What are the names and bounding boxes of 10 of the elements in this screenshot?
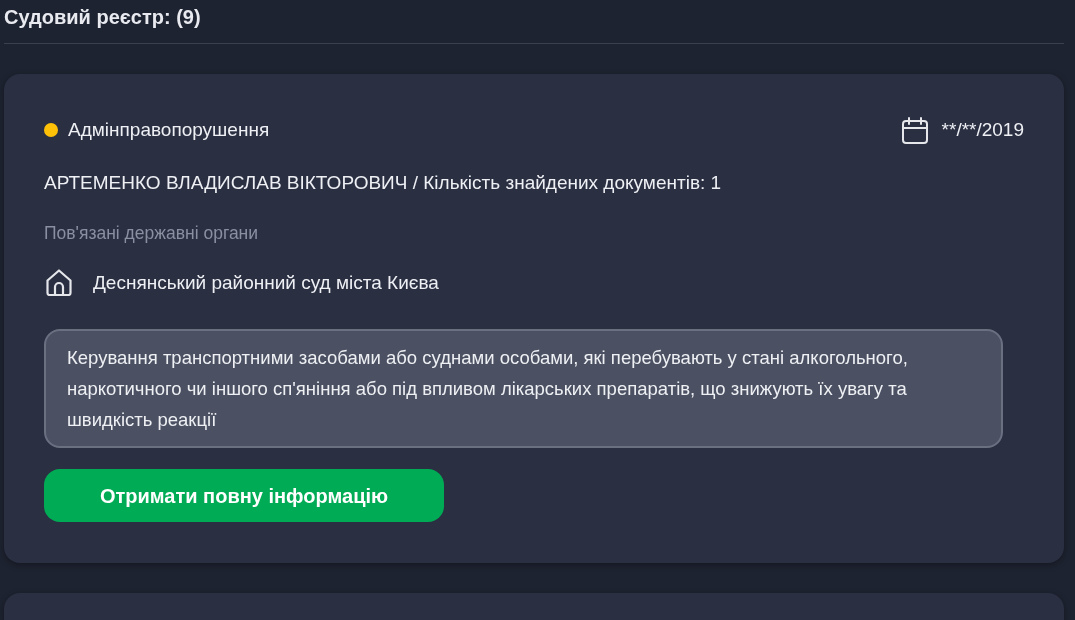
house-icon [46, 269, 72, 296]
case-category: Адмінправопорушення [68, 118, 270, 142]
full-info-button[interactable]: Отримати повну інформацію [44, 469, 444, 522]
case-description: Керування транспортними засобами або суднами особами, які перебувають у стані алкогольного, наркотичного чи іншого сп'яніння або під впливом лікарських препаратів, що знижують їх увагу та швидкість реакції [44, 329, 1003, 448]
page-title: Судовий реєстр: (9) [4, 5, 202, 29]
case-title: АРТЕМЕНКО ВЛАДИСЛАВ ВІКТОРОВИЧ / Кількість знайдених документів: 1 [44, 171, 723, 195]
calendar-icon [901, 116, 928, 144]
related-authorities-label: Пов'язані державні органи [44, 222, 260, 244]
court-name: Деснянський районний суд міста Києва [93, 270, 439, 295]
case-date: **/**/2019 [941, 118, 1024, 142]
